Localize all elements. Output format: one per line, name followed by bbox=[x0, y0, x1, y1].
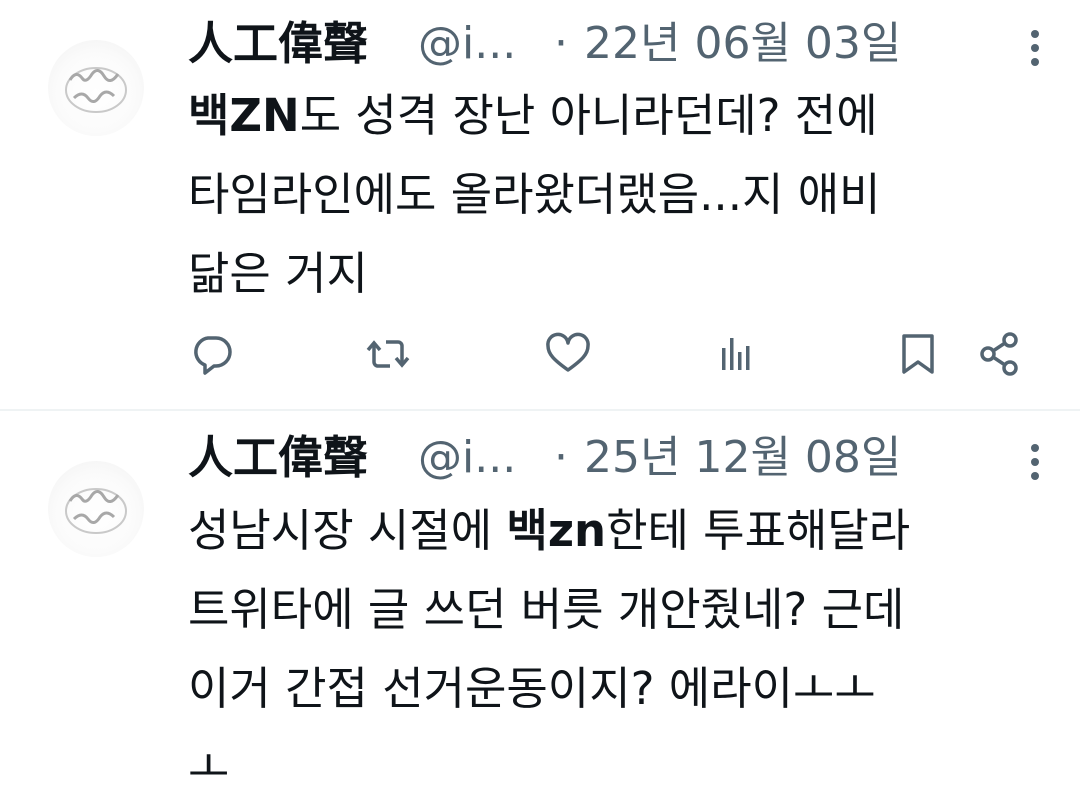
tweet-line: ㅗ bbox=[188, 728, 1058, 807]
tweet-header: 人工偉聲 @i... · 25년 12월 08일 bbox=[188, 428, 1050, 488]
share-icon[interactable] bbox=[976, 330, 1024, 378]
timestamp[interactable]: 25년 12월 08일 bbox=[584, 428, 901, 488]
more-options-icon[interactable] bbox=[1020, 442, 1050, 482]
tweet-line: 닮은 거지 bbox=[188, 234, 1058, 313]
tweet-text: 백ZN도 성격 장난 아니라던데? 전에 타임라인에도 올라왔더랬음...지 애… bbox=[188, 76, 1058, 313]
action-bar bbox=[188, 330, 1038, 386]
handle[interactable]: @i... bbox=[418, 428, 516, 488]
line-text: 성남시장 시절에 bbox=[188, 504, 507, 557]
tweet-line: 타임라인에도 올라왔더랬음...지 애비 bbox=[188, 155, 1058, 234]
views-icon[interactable] bbox=[714, 330, 762, 378]
display-name[interactable]: 人工偉聲 bbox=[188, 428, 368, 488]
retweet-icon[interactable] bbox=[364, 330, 412, 378]
mention-bold: 백ZN bbox=[188, 89, 300, 142]
line-text: 타임라인에도 올라왔더랬음...지 애비 bbox=[188, 168, 881, 221]
tweet-line: 성남시장 시절에 백zn한테 투표해달라 bbox=[188, 491, 1058, 570]
tweet-line: 트위타에 글 쓰던 버릇 개안줬네? 근데 bbox=[188, 570, 1058, 649]
tweet-text: 성남시장 시절에 백zn한테 투표해달라 트위타에 글 쓰던 버릇 개안줬네? … bbox=[188, 491, 1058, 807]
line-text: 이거 간접 선거운동이지? 에라이ㅗㅗ bbox=[188, 662, 876, 715]
tweet-header: 人工偉聲 @i... · 22년 06월 03일 bbox=[188, 14, 1050, 74]
display-name[interactable]: 人工偉聲 bbox=[188, 14, 368, 74]
like-icon[interactable] bbox=[544, 330, 592, 378]
more-options-icon[interactable] bbox=[1020, 28, 1050, 68]
tweet-line: 백ZN도 성격 장난 아니라던데? 전에 bbox=[188, 76, 1058, 155]
avatar[interactable] bbox=[48, 461, 144, 557]
separator: · bbox=[554, 18, 568, 69]
reply-icon[interactable] bbox=[188, 330, 236, 378]
avatar[interactable] bbox=[48, 40, 144, 136]
line-text: 한테 투표해달라 bbox=[606, 504, 911, 557]
tweet[interactable]: 人工偉聲 @i... · 22년 06월 03일 백ZN도 성격 장난 아니라던… bbox=[0, 0, 1080, 410]
bookmark-icon[interactable] bbox=[894, 330, 942, 378]
line-text: 닮은 거지 bbox=[188, 247, 368, 300]
tweet[interactable]: 人工偉聲 @i... · 25년 12월 08일 성남시장 시절에 백zn한테 … bbox=[0, 411, 1080, 812]
line-text: 도 성격 장난 아니라던데? 전에 bbox=[299, 89, 878, 142]
tweet-line: 이거 간접 선거운동이지? 에라이ㅗㅗ bbox=[188, 649, 1058, 728]
timestamp[interactable]: 22년 06월 03일 bbox=[584, 14, 901, 74]
line-text: ㅗ bbox=[188, 741, 230, 794]
line-text: 트위타에 글 쓰던 버릇 개안줬네? 근데 bbox=[188, 583, 905, 636]
handle[interactable]: @i... bbox=[418, 14, 516, 74]
separator: · bbox=[554, 432, 568, 483]
mention-bold: 백zn bbox=[506, 504, 607, 557]
